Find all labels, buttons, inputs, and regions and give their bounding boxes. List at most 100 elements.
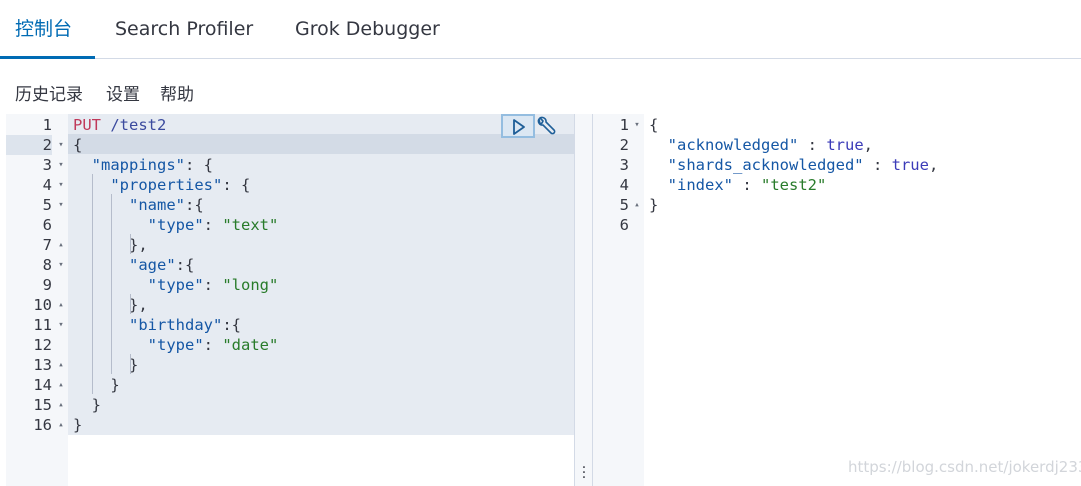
code-token: "date" [222, 336, 279, 354]
tab-console[interactable]: 控制台 [15, 0, 72, 59]
code-line[interactable]: 6 [593, 215, 1081, 235]
code-token: :{ [185, 196, 204, 214]
top-tab-bar: 控制台 Search Profiler Grok Debugger [0, 0, 1081, 59]
line-number: 10 [33, 296, 52, 314]
indent-guide [111, 194, 112, 374]
fold-close-icon[interactable]: ▴ [632, 195, 642, 215]
code-token: "shards_acknowledged" [667, 156, 864, 174]
code-line[interactable]: 2 "acknowledged" : true, [593, 135, 1081, 155]
line-number: 3 [619, 156, 629, 174]
code-token: "type" [147, 216, 204, 234]
code-token: "text" [222, 216, 279, 234]
line-number: 8 [42, 256, 52, 274]
code-line[interactable]: 1 ▾ { [593, 115, 1081, 135]
code-line[interactable]: 5 ▴} [593, 195, 1081, 215]
line-number: 15 [33, 396, 52, 414]
request-actions-button[interactable] [535, 116, 557, 138]
code-token: "index" [667, 176, 733, 194]
code-token: : [863, 156, 892, 174]
tab-grok-debugger[interactable]: Grok Debugger [295, 0, 440, 59]
line-number: 16 [33, 416, 52, 434]
response-editor[interactable]: 1 ▾ {2 "acknowledged" : true, 3 "shards_ack… [593, 114, 1081, 486]
fold-open-icon[interactable]: ▾ [56, 315, 66, 335]
code-token: "properties" [110, 176, 223, 194]
code-token: true [826, 136, 864, 154]
code-line[interactable]: 2 ▾ { [6, 135, 574, 155]
line-number: 1 [619, 116, 629, 134]
fold-close-icon[interactable]: ▴ [56, 395, 66, 415]
active-tab-indicator [0, 56, 95, 59]
code-token: "long" [222, 276, 279, 294]
code-text: } [73, 395, 101, 415]
fold-close-icon[interactable]: ▴ [56, 415, 66, 435]
fold-open-icon[interactable]: ▾ [56, 175, 66, 195]
code-text: } [649, 195, 658, 215]
help-link[interactable]: 帮助 [160, 80, 194, 105]
code-token: "test2" [761, 176, 827, 194]
code-line[interactable]: 1 PUT /test2 [6, 115, 574, 135]
wrench-icon [537, 116, 556, 135]
fold-close-icon[interactable]: ▴ [56, 235, 66, 255]
indent-guide [130, 234, 131, 254]
line-number: 6 [619, 216, 629, 234]
code-token: "type" [147, 276, 204, 294]
code-text: "mappings": { [73, 155, 213, 175]
settings-link[interactable]: 设置 [106, 80, 140, 105]
code-token: } [73, 376, 120, 394]
code-token: :{ [222, 316, 241, 334]
code-token: { [649, 116, 659, 134]
code-text: "type": "text" [73, 215, 279, 235]
code-text: { [73, 135, 82, 155]
code-token: "type" [147, 336, 204, 354]
indent-guide [130, 354, 131, 374]
fold-open-icon[interactable]: ▾ [56, 195, 66, 215]
code-line[interactable]: 4 "index" : "test2" [593, 175, 1081, 195]
fold-open-icon[interactable]: ▾ [632, 115, 642, 135]
line-number: 9 [42, 276, 52, 294]
fold-open-icon[interactable]: ▾ [56, 255, 66, 275]
line-number: 2 [6, 135, 52, 155]
code-token: :{ [175, 256, 195, 274]
code-text: "type": "date" [73, 335, 279, 355]
code-token: : [203, 216, 223, 234]
code-token: } [73, 416, 83, 434]
code-line[interactable]: 16 ▴} [6, 415, 574, 435]
fold-close-icon[interactable]: ▴ [56, 295, 66, 315]
code-line[interactable]: 15 ▴ } [6, 395, 574, 415]
fold-close-icon[interactable]: ▴ [56, 355, 66, 375]
watermark: https://blog.csdn.net/jokerdj233 [848, 458, 1081, 476]
code-text: "properties": { [73, 175, 250, 195]
tab-search-profiler[interactable]: Search Profiler [115, 0, 253, 59]
line-number: 13 [33, 356, 52, 374]
fold-open-icon[interactable]: ▾ [56, 135, 66, 155]
code-token: : { [222, 176, 251, 194]
code-text: { [649, 115, 658, 135]
indent-guide [92, 174, 93, 394]
request-editor[interactable]: 1 PUT /test2 2 ▾{3 ▾ "mappings": {4 ▾ "proper… [6, 114, 574, 486]
code-text: } [73, 375, 120, 395]
history-link[interactable]: 历史记录 [15, 80, 83, 105]
code-token: : { [185, 156, 213, 174]
code-text: "shards_acknowledged" : true, [649, 155, 939, 175]
play-icon [513, 119, 525, 135]
code-line[interactable]: 3 "shards_acknowledged" : true, [593, 155, 1081, 175]
code-text: PUT /test2 [73, 115, 166, 135]
code-line[interactable]: 3 ▾ "mappings": { [6, 155, 574, 175]
code-text: } [73, 355, 138, 375]
code-token: { [73, 136, 83, 154]
line-number: 1 [42, 116, 52, 134]
editor-splitter[interactable]: · · · [574, 114, 593, 486]
line-number: 4 [42, 176, 52, 194]
fold-close-icon[interactable]: ▴ [56, 375, 66, 395]
send-request-button[interactable] [501, 114, 535, 138]
code-text: "type": "long" [73, 275, 279, 295]
code-token: "age" [129, 256, 176, 274]
code-token: , [863, 136, 873, 154]
fold-open-icon[interactable]: ▾ [56, 155, 66, 175]
code-token: PUT [73, 116, 111, 134]
code-text: "acknowledged" : true, [649, 135, 873, 155]
code-token: } [649, 196, 659, 214]
